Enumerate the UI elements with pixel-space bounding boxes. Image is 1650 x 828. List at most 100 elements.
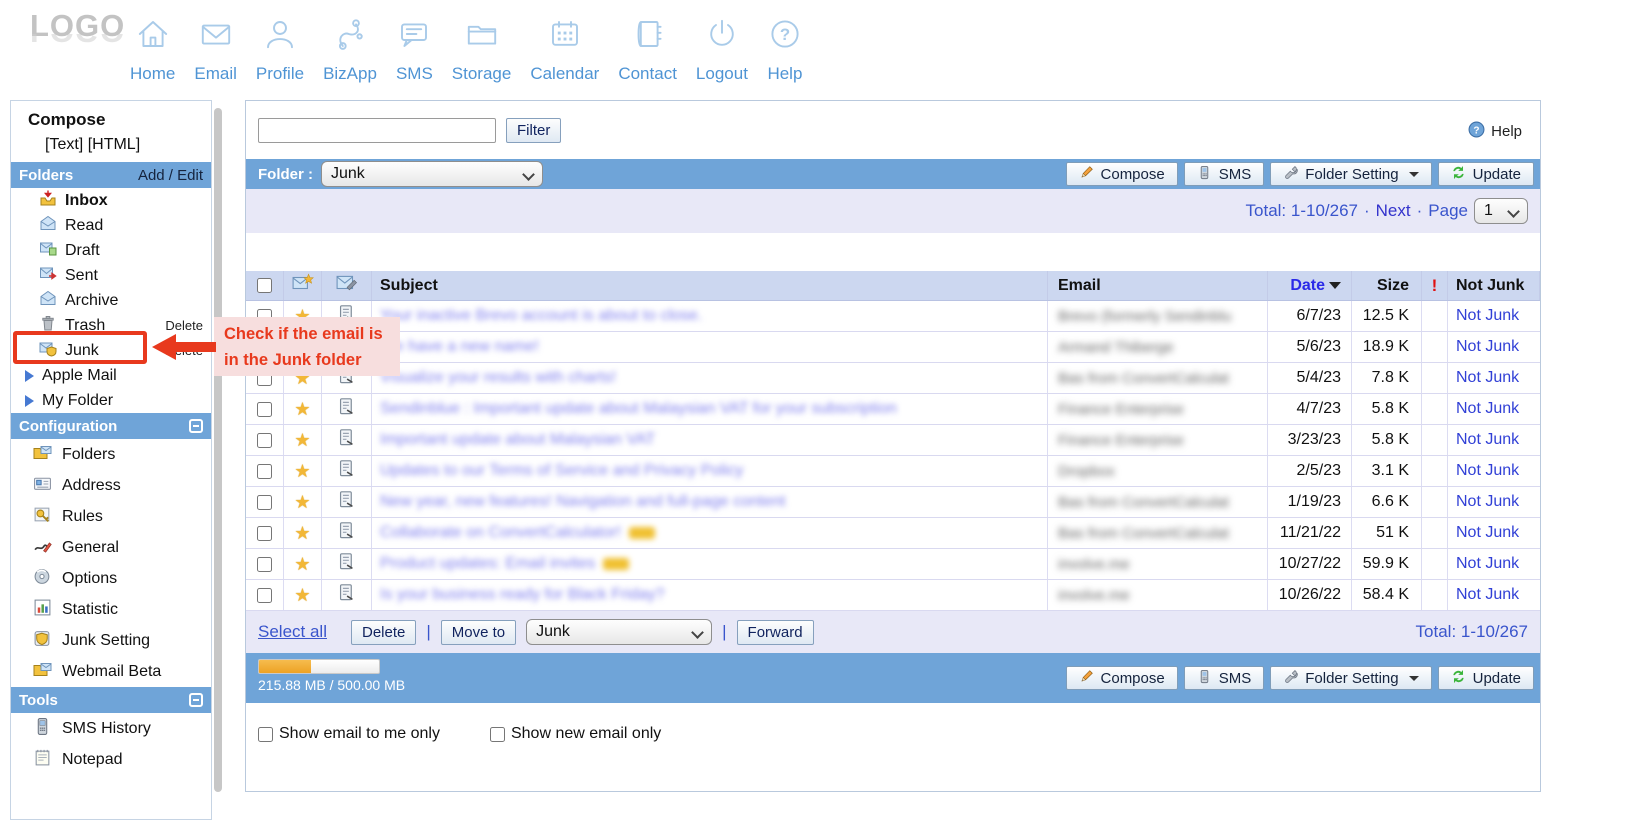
forward-button[interactable]: Forward [737, 620, 814, 645]
sidebar-item-webmail-beta[interactable]: Webmail Beta [11, 656, 211, 687]
help-link[interactable]: ? Help [1468, 121, 1522, 142]
star-icon[interactable]: ★ [294, 462, 310, 480]
star-icon[interactable]: ★ [294, 493, 310, 511]
sidebar-item-options[interactable]: Options [11, 563, 211, 594]
not-junk-link[interactable]: Not Junk [1456, 524, 1519, 542]
email-subject-link[interactable]: We have a new name! [380, 338, 539, 356]
header-date-cell: Date [1268, 271, 1352, 300]
sms-button[interactable]: SMS [1184, 666, 1265, 690]
nav-item-storage[interactable]: Storage [452, 16, 512, 84]
star-icon[interactable]: ★ [294, 431, 310, 449]
nav-item-email[interactable]: Email [194, 16, 237, 84]
row-checkbox[interactable] [257, 588, 272, 603]
email-subject-link[interactable]: Visualize your results with charts! [380, 369, 616, 387]
not-junk-link[interactable]: Not Junk [1456, 369, 1519, 387]
sidebar-folder-archive[interactable]: Archive [11, 288, 211, 313]
star-icon[interactable]: ★ [294, 555, 310, 573]
row-checkbox[interactable] [257, 464, 272, 479]
select-all-link[interactable]: Select all [258, 622, 327, 642]
not-junk-link[interactable]: Not Junk [1456, 586, 1519, 604]
page-select[interactable]: 1 [1474, 198, 1528, 224]
sidebar-item-rules[interactable]: Rules [11, 501, 211, 532]
compose-html-link[interactable]: [HTML] [88, 136, 140, 153]
email-subject-link[interactable]: New year, new features! Navigation and f… [380, 493, 786, 511]
sidebar-folder-sent[interactable]: Sent [11, 263, 211, 288]
sidebar-item-statistic[interactable]: Statistic [11, 594, 211, 625]
item-label: Webmail Beta [62, 663, 161, 681]
compose-button[interactable]: Compose [1066, 162, 1178, 186]
header-subject[interactable]: Subject [372, 271, 1048, 300]
sidebar-item-notepad[interactable]: Notepad [11, 744, 211, 775]
nav-item-home[interactable]: Home [130, 16, 175, 84]
update-button[interactable]: Update [1438, 162, 1534, 186]
not-junk-link[interactable]: Not Junk [1456, 338, 1519, 356]
move-folder-select[interactable]: Junk [526, 619, 712, 645]
compose-button[interactable]: Compose [1066, 666, 1178, 690]
sidebar-folder-draft[interactable]: Draft [11, 238, 211, 263]
row-checkbox[interactable] [257, 433, 272, 448]
email-subject-link[interactable]: Your inactive Brevo account is about to … [380, 307, 702, 325]
header-size[interactable]: Size [1352, 271, 1422, 300]
folder-delete-link[interactable]: Delete [165, 318, 203, 333]
sms-button[interactable]: SMS [1184, 162, 1265, 186]
next-page-link[interactable]: Next [1376, 201, 1411, 221]
sidebar-item-folders[interactable]: Folders [11, 439, 211, 470]
nav-item-help[interactable]: ?Help [767, 16, 803, 84]
not-junk-link[interactable]: Not Junk [1456, 462, 1519, 480]
filter-input[interactable] [258, 118, 496, 143]
header-date-sort[interactable]: Date [1290, 277, 1341, 295]
sidebar-item-sms-history[interactable]: SMS History [11, 713, 211, 744]
sidebar-folder-read[interactable]: Read [11, 213, 211, 238]
star-icon[interactable]: ★ [294, 400, 310, 418]
star-icon[interactable]: ★ [294, 586, 310, 604]
nav-item-sms[interactable]: SMS [396, 16, 433, 84]
row-checkbox[interactable] [257, 557, 272, 572]
compose-link[interactable]: Compose [11, 101, 211, 134]
email-subject-link[interactable]: Important update about Malaysian VAT [380, 431, 655, 449]
row-checkbox[interactable] [257, 526, 272, 541]
folders-add-edit-link[interactable]: Add / Edit [138, 167, 203, 184]
nav-item-calendar[interactable]: Calendar [530, 16, 599, 84]
folder-setting-button[interactable]: Folder Setting [1270, 162, 1431, 186]
bottom-filter-checkbox[interactable] [258, 727, 273, 742]
sidebar-item-junk-setting[interactable]: Junk Setting [11, 625, 211, 656]
delete-button[interactable]: Delete [351, 620, 416, 645]
shield-icon [33, 629, 52, 653]
nav-item-profile[interactable]: Profile [256, 16, 304, 84]
nav-item-bizapp[interactable]: BizApp [323, 16, 377, 84]
not-junk-link[interactable]: Not Junk [1456, 493, 1519, 511]
not-junk-link[interactable]: Not Junk [1456, 400, 1519, 418]
sidebar-item-address[interactable]: Address [11, 470, 211, 501]
bottom-filter-checkbox[interactable] [490, 727, 505, 742]
email-subject-link[interactable]: Collaborate on ConvertCalculator! [380, 524, 621, 542]
not-junk-link[interactable]: Not Junk [1456, 431, 1519, 449]
row-checkbox[interactable] [257, 402, 272, 417]
star-icon[interactable]: ★ [294, 524, 310, 542]
email-subject-link[interactable]: Product updates: Email invites [380, 555, 595, 573]
sidebar-scrollbar[interactable] [214, 108, 222, 792]
not-junk-link[interactable]: Not Junk [1456, 307, 1519, 325]
folder-select[interactable]: Junk [321, 161, 543, 187]
sidebar-tree-my-folder[interactable]: My Folder [11, 388, 211, 413]
nav-item-logout[interactable]: Logout [696, 16, 748, 84]
folder-setting-button[interactable]: Folder Setting [1270, 666, 1431, 690]
nav-item-contact[interactable]: Contact [618, 16, 677, 84]
compose-text-link[interactable]: [Text] [45, 136, 83, 153]
row-checkbox[interactable] [257, 495, 272, 510]
sidebar-tree-apple-mail[interactable]: Apple Mail [11, 363, 211, 388]
email-subject-link[interactable]: Sendinblue : Important update about Mala… [380, 400, 897, 418]
email-subject-link[interactable]: Updates to our Terms of Service and Priv… [380, 462, 743, 480]
nav-label-logout: Logout [696, 64, 748, 84]
move-to-button[interactable]: Move to [441, 620, 516, 645]
update-button[interactable]: Update [1438, 666, 1534, 690]
sidebar-item-general[interactable]: General [11, 532, 211, 563]
collapse-configuration-button[interactable] [189, 419, 203, 433]
collapse-tools-button[interactable] [189, 693, 203, 707]
row-checkbox-cell [246, 425, 284, 455]
filter-button[interactable]: Filter [506, 118, 561, 143]
not-junk-link[interactable]: Not Junk [1456, 555, 1519, 573]
sidebar-folder-inbox[interactable]: Inbox [11, 188, 211, 213]
email-subject-link[interactable]: Is your business ready for Black Friday? [380, 586, 665, 604]
header-email[interactable]: Email [1048, 271, 1268, 300]
select-all-checkbox[interactable] [257, 278, 272, 293]
